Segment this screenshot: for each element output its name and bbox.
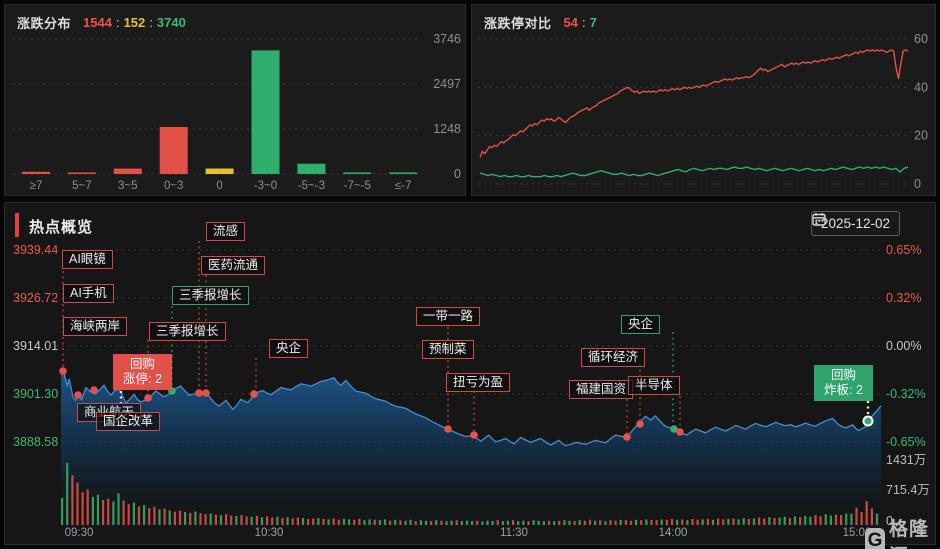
dist-bar-0~3 [159,127,188,174]
dist-bar-0 [205,168,234,174]
dist-y-tick: 1248 [433,122,461,136]
distribution-bar-chart: 3746 2497 1248 0 ≥7 5~7 3~5 0~3 0 -3~0 -5~-3 -7~-5 ≤… [13,32,461,192]
separator: : [115,15,120,30]
hotspot-tag[interactable]: AI眼镜 [62,250,113,269]
dist-x-label: 5~7 [72,180,92,192]
unchanged-count: 152 [123,15,146,30]
event-dot-green [862,415,874,427]
limit-line-green [479,166,909,178]
limit-y-tick: 20 [914,129,928,143]
limit-y-tick: 0 [914,177,921,191]
event-dot-red [74,391,82,399]
event-dot-red [250,390,258,398]
percent-axis-label: 0.00% [886,339,922,353]
dist-bar-≥7 [22,171,50,174]
time-tick-09:30: 09:30 [65,527,94,539]
dist-bar--5~-3 [297,163,326,174]
percent-axis-label: 1431万 [886,453,927,467]
hotspot-tag[interactable]: 福建国资 [569,380,634,399]
hotspot-tag[interactable]: 海峡两岸 [63,317,128,336]
dist-y-tick: 2497 [433,77,461,91]
limit-y-tick: 40 [914,80,928,94]
event-dot-red [444,425,452,433]
dist-x-label: 0~3 [164,180,184,192]
event-dot-red [90,386,98,394]
hotspot-tag[interactable]: 国企改革 [96,412,161,431]
event-dot-red [676,428,684,436]
hotspot-tag[interactable]: 流感 [206,222,246,241]
dist-bar-5~7 [67,172,96,174]
hotspot-tag[interactable]: 央企 [621,315,661,334]
gelonghui-brand: 格隆汇 [888,519,929,549]
dist-bar--3~0 [251,50,280,174]
hotspot-tag[interactable]: 回购 涨停: 2 [113,354,172,390]
panel-hotspot-overview: 热点概览 2025-12-02 09:30 10:30 11:30 14:00 15:0… [4,202,936,549]
distribution-header: 涨跌分布 1544 : 152 : 3740 [17,13,186,32]
limit-header: 涨跌停对比 54 : 7 [484,13,597,32]
event-dot-red [195,389,203,397]
limit-y-tick: 60 [914,32,928,46]
hotspot-tag[interactable]: 预制菜 [422,340,474,359]
price-axis-label: 3914.01 [13,339,59,353]
hotspot-tag[interactable]: 医药流通 [201,256,266,275]
hotspot-tag[interactable]: 三季报增长 [149,322,226,341]
panel-limit-compare: 涨跌停对比 54 : 7 60 40 20 0 [471,4,936,196]
market-dashboard: 涨跌分布 1544 : 152 : 3740 3746 2497 1248 0 ≥7 5~… [0,0,940,549]
event-dot-red [202,389,210,397]
event-dot-red [623,433,631,441]
limit-line-red [479,49,909,158]
time-tick-10:30: 10:30 [255,527,284,539]
time-tick-11:30: 11:30 [500,527,528,539]
price-axis-label: 3939.44 [13,243,59,257]
percent-axis-label: 0.65% [886,243,922,257]
price-axis-label: 3926.72 [13,291,59,305]
hotspot-tag[interactable]: 一带一路 [416,307,481,326]
event-dot-red [59,367,67,375]
panel-distribution: 涨跌分布 1544 : 152 : 3740 3746 2497 1248 0 ≥7 5~… [4,4,466,196]
time-tick-14:00: 14:00 [659,527,688,539]
panel-title-limit: 涨跌停对比 [484,16,552,31]
percent-axis-label: 715.4万 [886,483,930,497]
dist-y-tick: 0 [454,167,461,181]
percent-axis-label: -0.32% [886,387,926,401]
dist-x-label: 3~5 [118,180,138,192]
hotspot-tag[interactable]: 三季报增长 [172,286,249,305]
dist-bar-≤-7 [389,172,418,174]
dist-bar-3~5 [113,168,142,174]
separator: : [581,15,586,30]
hotspot-tag[interactable]: 半导体 [628,376,680,395]
dist-x-label: ≤-7 [395,180,412,192]
dist-bar--7~-5 [343,172,372,174]
limit-line-chart: 60 40 20 0 [478,32,928,191]
dist-x-label: -3~0 [254,180,277,192]
price-axis-label: 3888.58 [13,435,59,449]
separator: : [149,15,153,30]
event-dot-red [636,420,644,428]
dist-y-tick: 3746 [433,32,461,46]
dist-x-label: 0 [216,180,222,192]
price-axis-label: 3901.30 [13,387,59,401]
dist-x-label: -7~-5 [344,180,371,192]
watermark: G 格隆汇 [865,514,935,549]
index-area [61,369,881,525]
panel-title-distribution: 涨跌分布 [17,16,72,31]
percent-axis-label: 0.32% [886,291,922,305]
hotspot-tag[interactable]: 扭亏为盈 [446,373,511,392]
hotspot-tag[interactable]: 循环经济 [581,348,646,367]
hotspot-tag[interactable]: AI手机 [63,284,114,303]
limit-up-count: 54 [563,15,578,30]
advancers-count: 1544 [83,15,112,30]
limit-down-count: 7 [589,15,597,30]
percent-axis-label: -0.65% [886,435,926,449]
event-dot-red [144,394,152,402]
decliners-count: 3740 [156,15,186,30]
dist-x-label: -5~-3 [298,180,325,192]
hotspot-tag[interactable]: 央企 [269,339,309,358]
hotspot-tag[interactable]: 回购 炸板: 2 [814,365,873,401]
dist-x-label: ≥7 [30,180,43,192]
event-dot-red [470,431,478,439]
gelonghui-logo-icon: G [865,528,885,549]
